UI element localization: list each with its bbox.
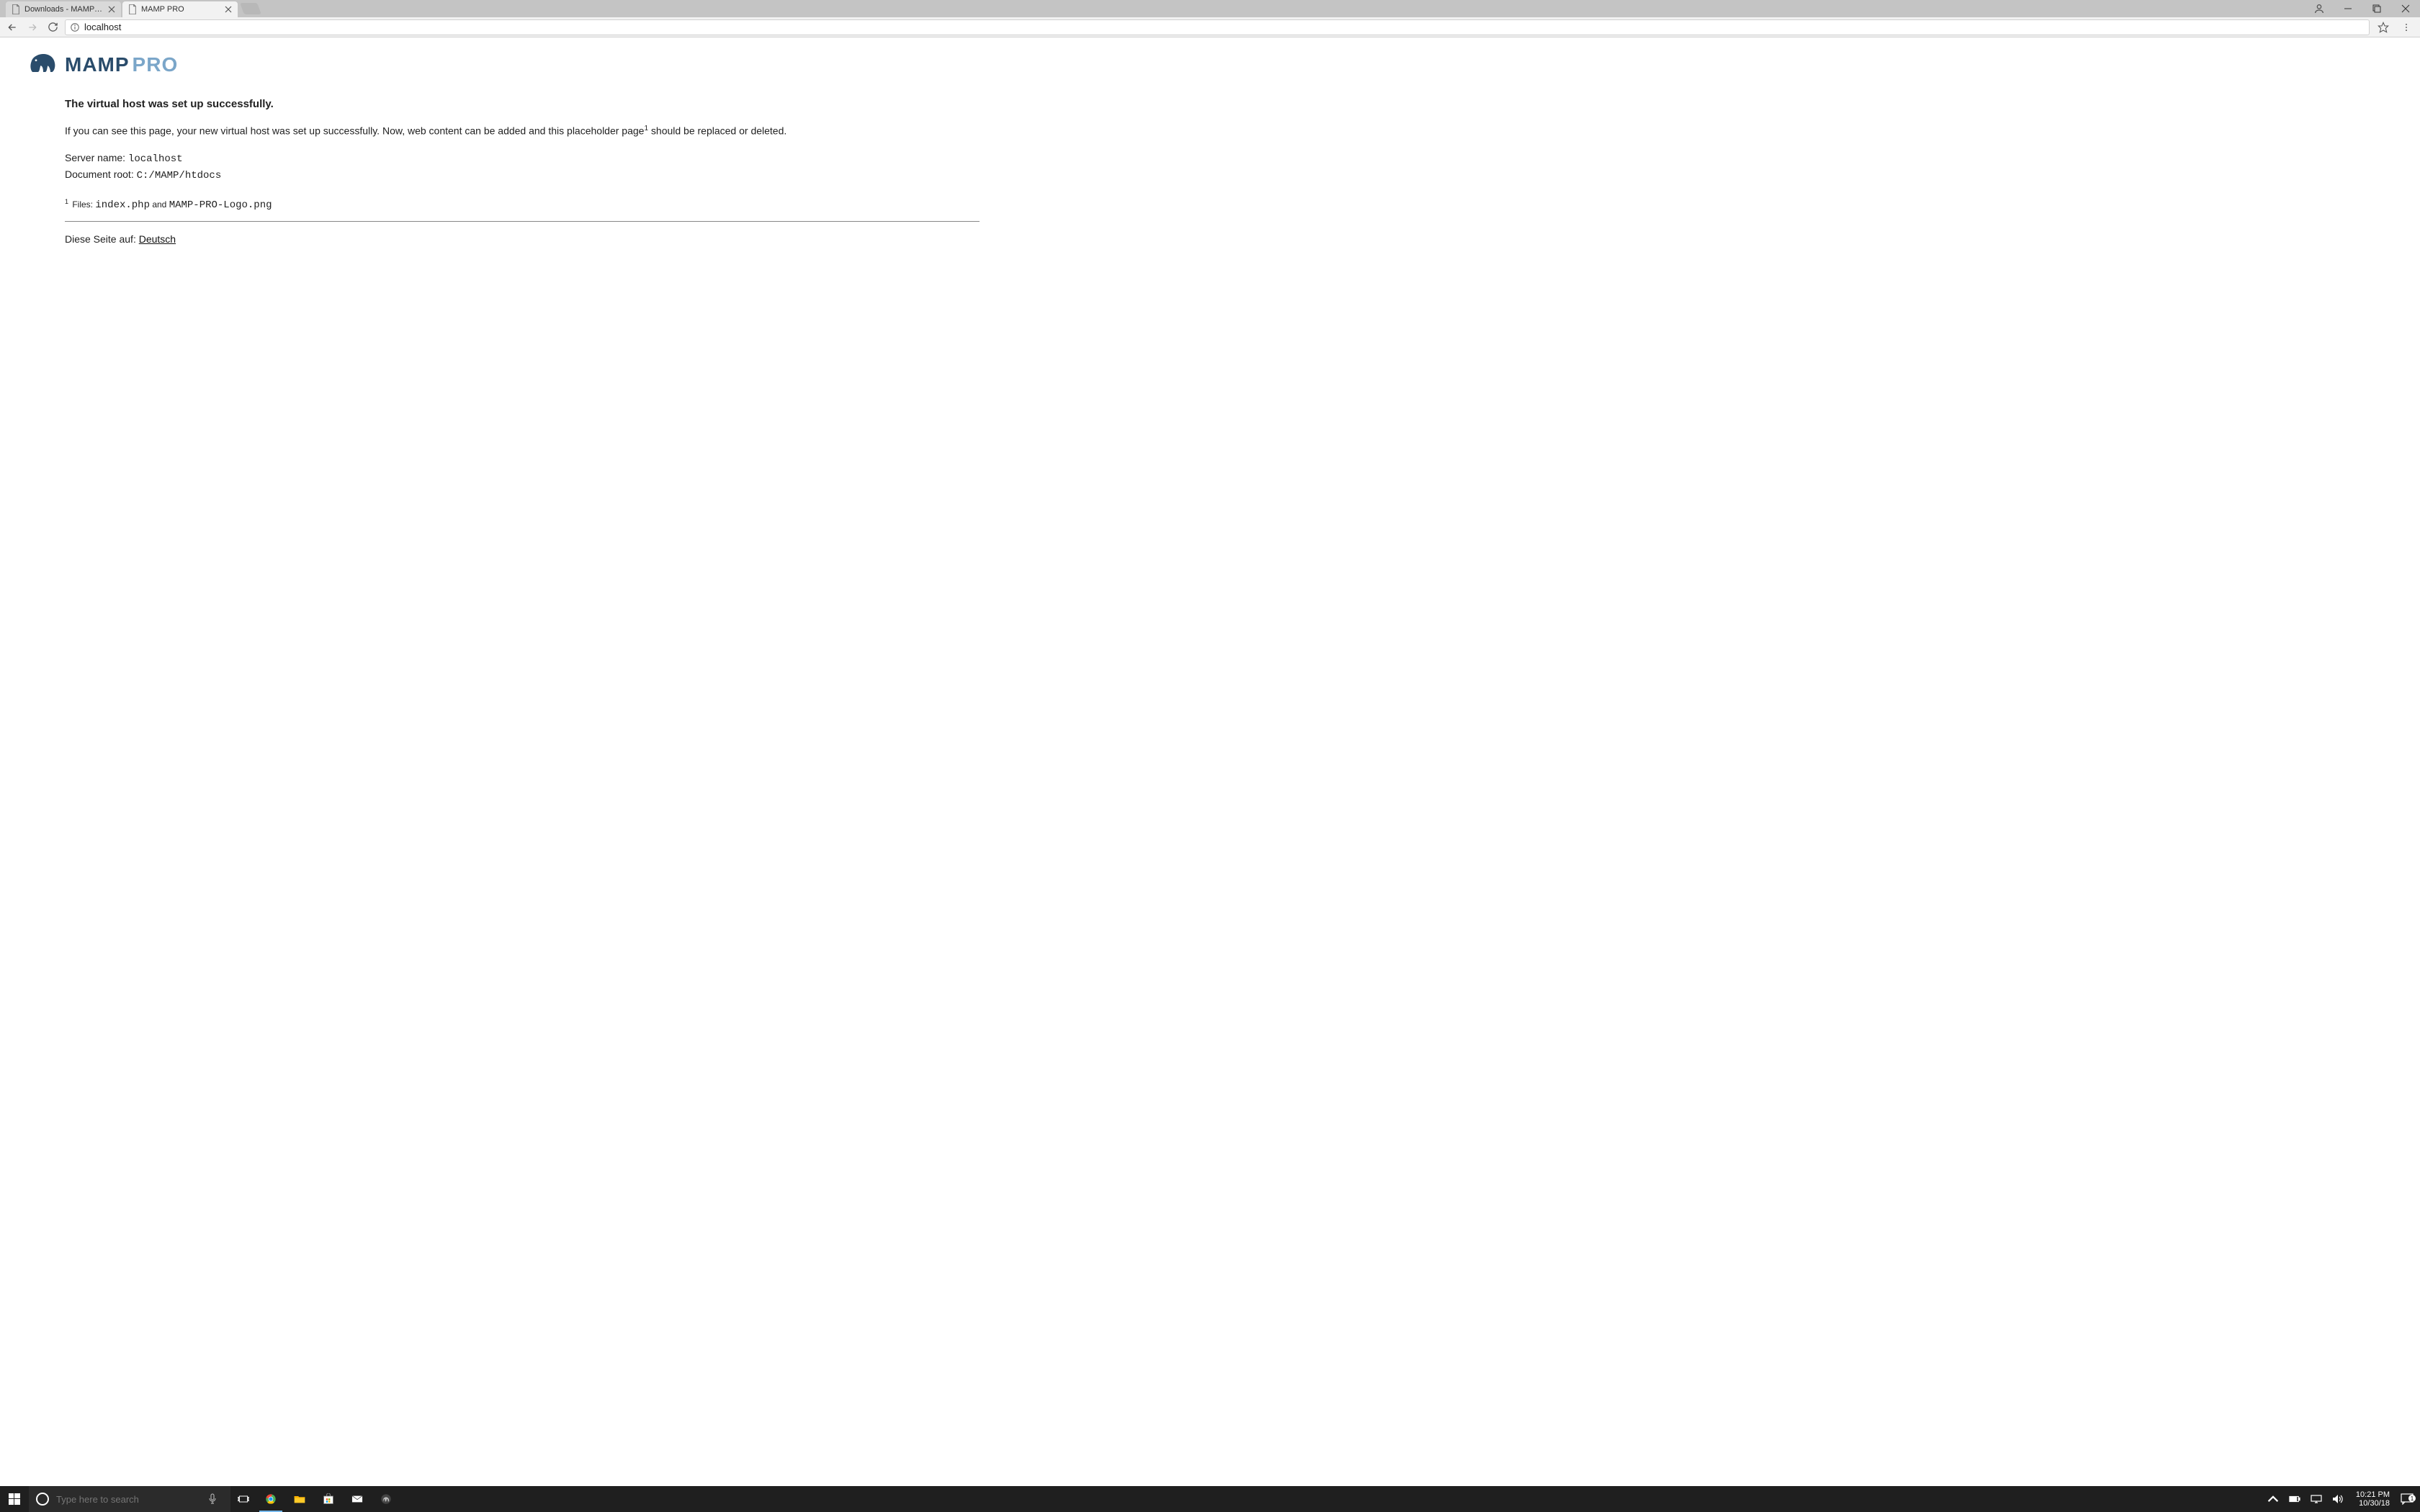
taskbar-app-chrome[interactable] [256,1486,285,1512]
taskbar-app-file-explorer[interactable] [285,1486,314,1512]
tray-expand-icon[interactable] [2264,1486,2282,1512]
close-icon[interactable] [108,6,115,13]
taskbar-app-mamp[interactable] [372,1486,400,1512]
maximize-button[interactable] [2362,0,2391,17]
page-icon [128,4,137,14]
network-icon[interactable] [2307,1486,2326,1512]
window-controls [2305,0,2420,17]
site-info-icon[interactable] [70,22,80,32]
mic-icon[interactable] [202,1493,223,1505]
close-button[interactable] [2391,0,2420,17]
logo-text-pro: PRO [133,53,179,76]
forward-button[interactable] [24,19,40,35]
main-content: The virtual host was set up successfully… [29,98,980,245]
windows-taskbar: 10:21 PM 10/30/18 1 [0,1486,2420,1512]
pinned-apps [256,1486,400,1512]
browser-menu-button[interactable] [2397,19,2416,35]
intro-paragraph: If you can see this page, your new virtu… [65,123,980,139]
battery-icon[interactable] [2285,1486,2304,1512]
server-name-label: Server name: [65,152,128,163]
address-bar [0,17,2420,37]
document-root-row: Document root: C:/MAMP/htdocs [65,167,980,184]
clock-time: 10:21 PM [2356,1490,2390,1499]
bookmark-button[interactable] [2374,19,2393,35]
tab-title: Downloads - MAMP & M [24,5,104,14]
back-button[interactable] [4,19,20,35]
browser-tab-strip: Downloads - MAMP & M MAMP PRO [0,0,2420,17]
server-name-row: Server name: localhost [65,150,980,167]
url-input[interactable] [84,22,2365,32]
para-before: If you can see this page, your new virtu… [65,125,644,137]
footnote-file1: index.php [95,199,150,211]
new-tab-button[interactable] [240,3,261,14]
mamp-pro-logo: MAMPPRO [29,52,2391,78]
start-button[interactable] [0,1486,29,1512]
logo-text-mamp: MAMP [65,53,130,76]
system-tray [2264,1486,2352,1512]
footnote-text-before: Files: [70,199,95,210]
language-link-deutsch[interactable]: Deutsch [139,233,176,245]
page-content: MAMPPRO The virtual host was set up succ… [0,37,2420,1486]
footnote-text-mid: and [150,199,169,210]
footnote-marker: 1 [65,198,68,205]
tab-list: Downloads - MAMP & M MAMP PRO [0,1,259,17]
close-icon[interactable] [225,6,232,13]
profile-icon[interactable] [2305,3,2334,14]
taskbar-app-store[interactable] [314,1486,343,1512]
footnote: 1 Files: index.php and MAMP-PRO-Logo.png [65,198,980,211]
clock-date: 10/30/18 [2356,1499,2390,1508]
taskbar-app-mail[interactable] [343,1486,372,1512]
action-center-button[interactable]: 1 [2394,1493,2420,1505]
volume-icon[interactable] [2329,1486,2347,1512]
tab-mamp-pro[interactable]: MAMP PRO [122,1,238,17]
para-after: should be replaced or deleted. [648,125,786,137]
taskbar-search[interactable] [29,1486,230,1512]
task-view-button[interactable] [230,1486,256,1512]
taskbar-search-input[interactable] [56,1494,194,1505]
page-heading: The virtual host was set up successfully… [65,98,980,110]
reload-button[interactable] [45,19,60,35]
taskbar-clock[interactable]: 10:21 PM 10/30/18 [2352,1490,2394,1508]
elephant-icon [29,52,58,78]
server-name-value: localhost [128,153,183,165]
notification-badge: 1 [2408,1495,2416,1502]
omnibox[interactable] [65,19,2370,35]
divider [65,221,980,222]
cortana-icon [36,1493,49,1506]
tab-downloads[interactable]: Downloads - MAMP & M [6,1,121,17]
document-root-label: Document root: [65,168,137,180]
tab-title: MAMP PRO [141,5,220,14]
logo-text: MAMPPRO [65,53,178,76]
minimize-button[interactable] [2334,0,2362,17]
language-switch: Diese Seite auf: Deutsch [65,233,980,245]
document-root-value: C:/MAMP/htdocs [137,170,222,181]
language-label: Diese Seite auf: [65,233,139,245]
footnote-file2: MAMP-PRO-Logo.png [169,199,272,211]
page-icon [12,4,20,14]
